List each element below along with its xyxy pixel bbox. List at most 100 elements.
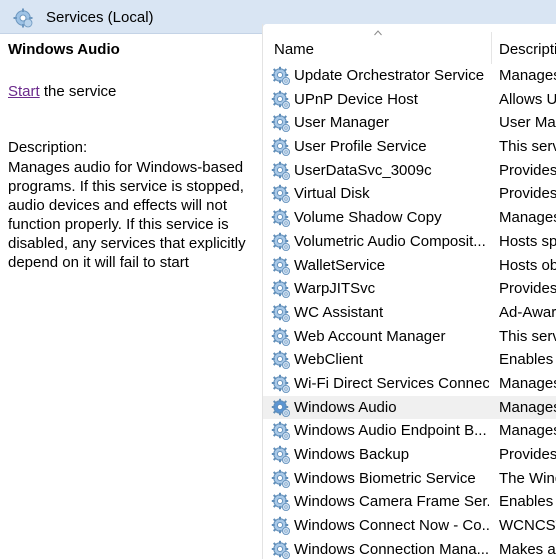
description-label: Description: xyxy=(8,139,88,156)
service-row[interactable]: Windows Camera Frame Ser... Enables n xyxy=(263,490,556,514)
service-row[interactable]: Windows Backup Provides xyxy=(263,443,556,467)
service-description-cell: Hosts spa xyxy=(499,232,556,250)
service-row[interactable]: User Manager User Man xyxy=(263,111,556,135)
service-name-cell: WarpJITSvc xyxy=(294,280,376,298)
service-description-cell: Makes au xyxy=(499,540,556,558)
service-row[interactable]: User Profile Service This serv xyxy=(263,135,556,159)
column-header-description[interactable]: Descripti xyxy=(499,40,556,60)
service-row[interactable]: Wi-Fi Direct Services Connec... Manages xyxy=(263,372,556,396)
service-name-cell: Windows Backup xyxy=(294,446,410,463)
service-description-cell: WCNCSV xyxy=(499,517,556,535)
service-gear-icon xyxy=(271,137,290,157)
selected-service-name: Windows Audio xyxy=(8,41,120,58)
service-description-cell: This serv xyxy=(499,327,556,345)
service-name-cell: Windows Audio xyxy=(294,398,397,416)
services-icon xyxy=(13,8,33,28)
service-description-cell: Manages xyxy=(499,422,556,440)
start-service-suffix: the service xyxy=(39,83,117,100)
service-gear-icon xyxy=(271,374,290,393)
service-description-cell: Enables n xyxy=(499,493,556,511)
service-name-cell: WC Assistant xyxy=(294,303,384,321)
service-name-cell: Virtual Disk xyxy=(294,185,370,203)
service-description-cell: Provides xyxy=(499,161,556,179)
service-row[interactable]: Volumetric Audio Composit... Hosts spa xyxy=(263,230,556,254)
service-row[interactable]: UserDataSvc_3009c Provides xyxy=(263,159,556,183)
column-header-name[interactable]: Name xyxy=(274,40,484,60)
service-gear-icon xyxy=(271,540,290,559)
service-description-cell: Provides xyxy=(499,280,556,298)
service-gear-icon xyxy=(271,493,290,512)
service-name-cell: User Profile Service xyxy=(294,138,427,156)
service-name-cell: Volume Shadow Copy xyxy=(294,209,442,227)
service-gear-icon xyxy=(271,161,290,180)
service-gear-icon xyxy=(271,66,290,85)
description-text: Manages audio for Windows-based programs… xyxy=(8,159,246,271)
service-name-cell: WalletService xyxy=(294,256,386,274)
service-gear-icon xyxy=(271,256,290,275)
service-description-cell: This serv xyxy=(499,138,556,156)
service-description-cell: Manages xyxy=(499,374,556,392)
service-name-cell: WebClient xyxy=(294,351,363,369)
service-gear-icon xyxy=(271,303,290,322)
service-row[interactable]: Volume Shadow Copy Manages xyxy=(263,206,556,230)
column-resize-handle[interactable] xyxy=(491,32,492,64)
service-name-cell: Wi-Fi Direct Services Connec... xyxy=(294,374,489,392)
service-name-cell: Update Orchestrator Service xyxy=(294,67,485,84)
service-description-cell: The Wind xyxy=(499,469,556,487)
service-gear-icon xyxy=(271,445,290,464)
service-description-cell: Enables V xyxy=(499,351,556,369)
service-row[interactable]: Windows Connect Now - Co... WCNCSV xyxy=(263,514,556,538)
services-list: Name Descripti Update Orchestrator Servi… xyxy=(263,24,556,559)
service-gear-icon xyxy=(271,279,290,299)
service-name-cell: Windows Camera Frame Ser... xyxy=(294,493,489,511)
service-gear-icon xyxy=(271,469,290,488)
service-description-cell: Manages xyxy=(499,398,556,416)
service-description-cell: Hosts ob xyxy=(499,256,556,274)
service-row[interactable]: WarpJITSvc Provides xyxy=(263,277,556,301)
service-details-pane: Windows Audio Start the service Descript… xyxy=(0,34,262,559)
service-gear-icon xyxy=(271,232,290,251)
service-gear-icon xyxy=(271,516,290,536)
service-description-cell: Ad-Aware xyxy=(499,303,556,321)
service-gear-icon xyxy=(271,398,290,417)
service-gear-icon xyxy=(271,114,290,133)
list-column-header: Name Descripti xyxy=(263,24,556,64)
service-rows: Update Orchestrator Service Manages UPnP… xyxy=(263,64,556,559)
service-name-cell: Windows Connect Now - Co... xyxy=(294,517,489,535)
service-gear-icon xyxy=(271,422,290,441)
service-row[interactable]: WC Assistant Ad-Aware xyxy=(263,301,556,325)
service-gear-icon xyxy=(271,185,290,204)
service-row[interactable]: Web Account Manager This serv xyxy=(263,325,556,349)
service-description-cell: Manages xyxy=(499,209,556,227)
service-name-cell: UserDataSvc_3009c xyxy=(294,161,432,179)
service-row[interactable]: WebClient Enables V xyxy=(263,348,556,372)
service-row-selected[interactable]: Windows Audio Manages xyxy=(263,395,556,420)
service-row[interactable]: Windows Connection Mana... Makes au xyxy=(263,538,556,559)
service-row[interactable]: Update Orchestrator Service Manages xyxy=(263,64,556,88)
service-name-cell: Web Account Manager xyxy=(294,327,446,345)
service-row[interactable]: WalletService Hosts ob xyxy=(263,254,556,278)
services-window: Services (Local) Windows Audio Start the… xyxy=(0,0,556,559)
service-gear-icon xyxy=(271,208,290,228)
service-gear-icon xyxy=(271,327,290,346)
service-name-cell: UPnP Device Host xyxy=(294,90,418,108)
service-name-cell: Windows Biometric Service xyxy=(294,469,476,487)
service-name-cell: User Manager xyxy=(294,114,390,132)
service-name-cell: Volumetric Audio Composit... xyxy=(294,232,486,250)
start-service-line: Start the service xyxy=(8,82,116,102)
service-name-cell: Windows Connection Mana... xyxy=(294,540,489,558)
sort-ascending-arrow-icon xyxy=(374,30,382,36)
service-gear-icon xyxy=(271,351,290,370)
service-row[interactable]: Virtual Disk Provides xyxy=(263,182,556,206)
service-gear-icon xyxy=(271,90,290,109)
service-name-cell: Windows Audio Endpoint B... xyxy=(294,422,487,440)
service-row[interactable]: Windows Biometric Service The Wind xyxy=(263,467,556,491)
service-description-cell: Allows U xyxy=(499,90,556,108)
service-description-cell: Provides xyxy=(499,185,556,203)
start-service-link[interactable]: Start xyxy=(8,83,40,100)
service-row[interactable]: Windows Audio Endpoint B... Manages xyxy=(263,419,556,443)
service-description-cell: Manages xyxy=(499,67,556,84)
service-description-cell: Provides xyxy=(499,446,556,463)
panel-title: Services (Local) xyxy=(46,9,154,26)
service-row[interactable]: UPnP Device Host Allows U xyxy=(263,88,556,112)
